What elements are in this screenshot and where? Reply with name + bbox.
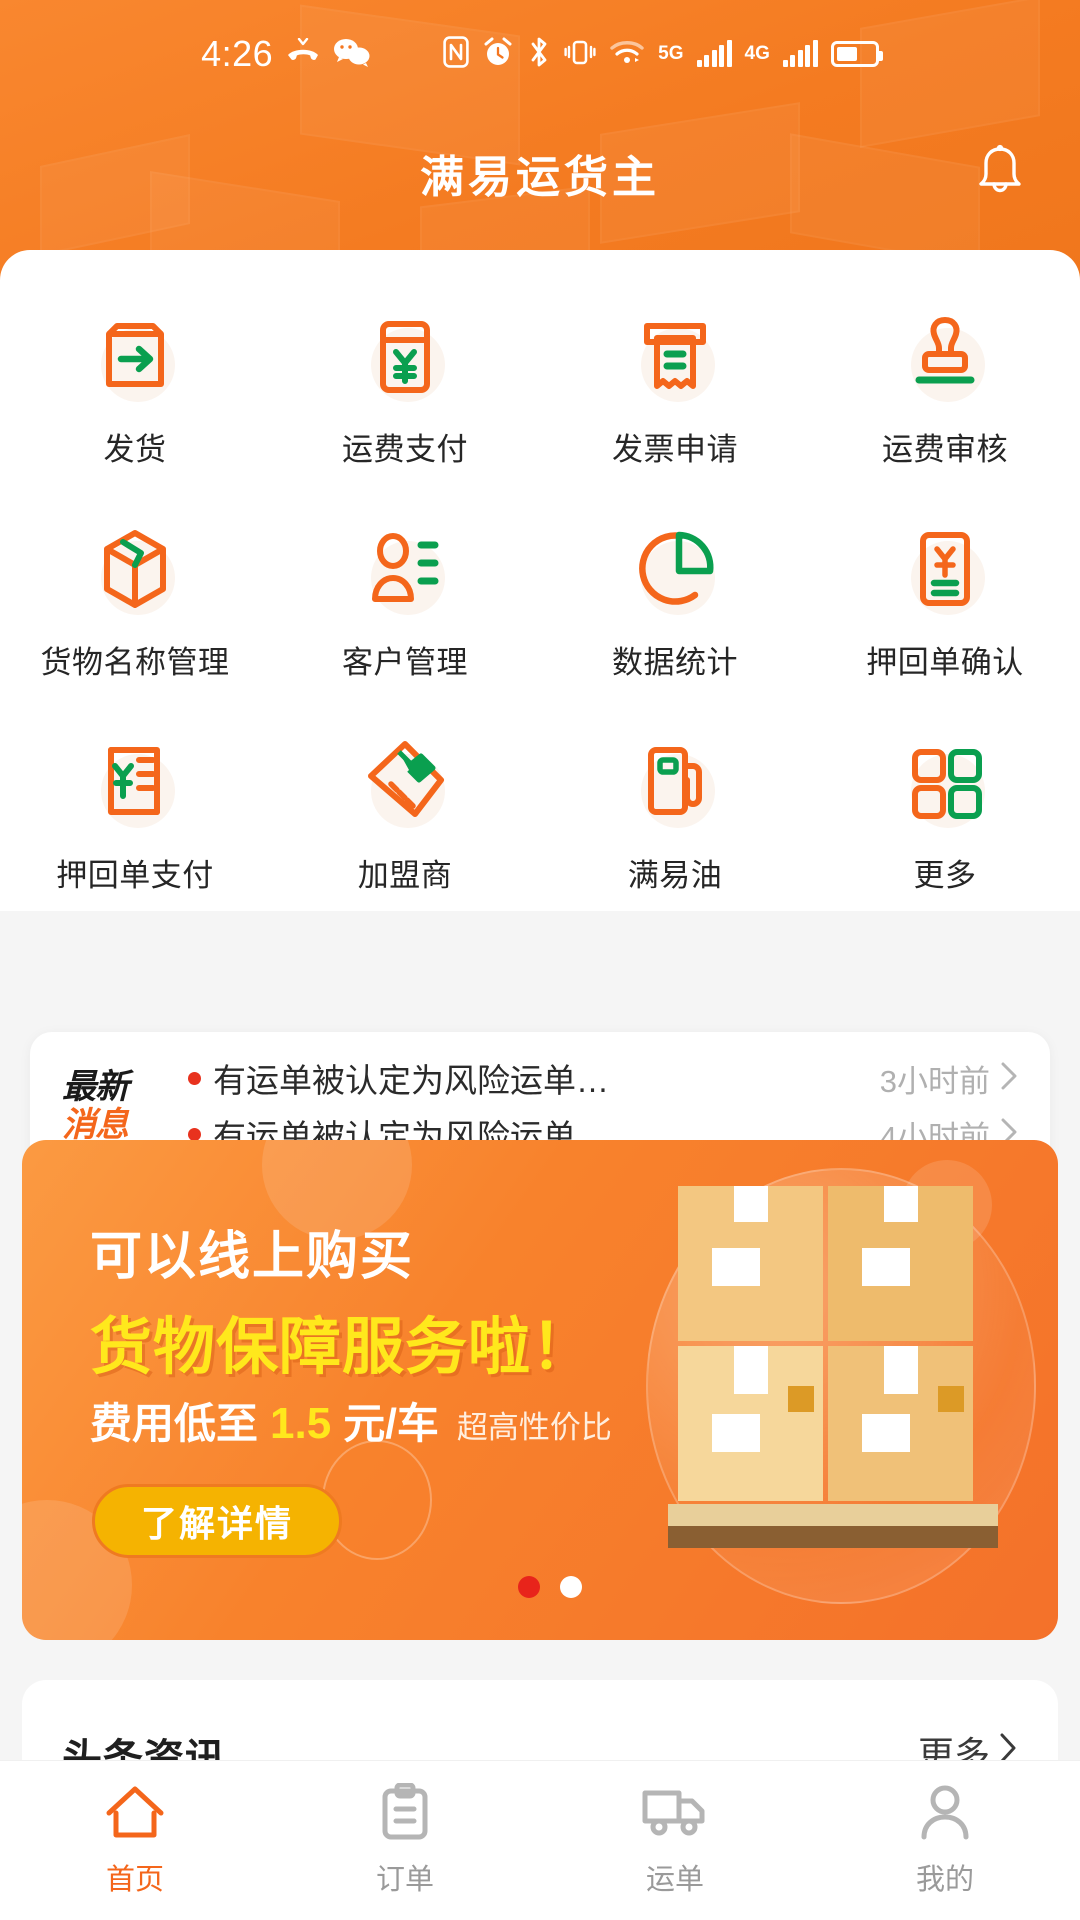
status-bar-left: 4:26 xyxy=(201,33,371,75)
network-5g-label: 5G xyxy=(658,43,684,64)
grid-item-franchise[interactable]: 加盟商 xyxy=(270,718,540,905)
bluetooth-icon xyxy=(527,36,551,73)
notification-bell-icon[interactable] xyxy=(962,135,1038,211)
grid-item-label: 运费审核 xyxy=(882,432,1008,467)
grid-item-label: 押回单支付 xyxy=(56,858,214,893)
unread-dot-icon xyxy=(188,1127,201,1141)
grid-item-fuel[interactable]: 满易油 xyxy=(540,718,810,905)
page-title: 满易运货主 xyxy=(420,153,660,202)
battery-icon xyxy=(830,41,883,67)
cargo-boxes-illustration xyxy=(668,1186,998,1548)
grid-item-more[interactable]: 更多 xyxy=(810,718,1080,905)
tab-label: 订单 xyxy=(375,1864,434,1896)
tab-waybill[interactable]: 运单 xyxy=(540,1761,810,1920)
grid-item-goods-name[interactable]: 货物名称管理 xyxy=(0,505,270,692)
grid-item-label: 数据统计 xyxy=(612,645,738,680)
app-root: 4:26 5G 4G 满易运货主 发货 运费支付 发票申请 运费审核 货物名称管… xyxy=(0,0,1080,1920)
latest-news-tag: 最新 消息 xyxy=(62,1068,188,1144)
grid-item-label: 押回单确认 xyxy=(866,645,1024,680)
news-item[interactable]: 有运单被认定为风险运单… 3小时前 xyxy=(188,1054,1018,1102)
banner-price-tail: 超高性价比 xyxy=(456,1410,612,1445)
bottom-tab-bar: 首页 订单 运单 我的 xyxy=(0,1760,1080,1920)
nfc-icon xyxy=(443,35,469,73)
statistics-icon xyxy=(623,517,727,621)
receipt-confirm-icon xyxy=(893,517,997,621)
status-time: 4:26 xyxy=(201,33,274,74)
signal-bars-4g-icon xyxy=(782,40,818,67)
grid-item-label: 客户管理 xyxy=(342,645,468,680)
grid-item-invoice-apply[interactable]: 发票申请 xyxy=(540,292,810,479)
banner-pagination-dots[interactable] xyxy=(518,1576,582,1598)
ship-goods-icon xyxy=(83,304,187,408)
grid-item-label: 发票申请 xyxy=(612,432,738,467)
tab-profile[interactable]: 我的 xyxy=(810,1761,1080,1920)
receipt-payment-icon xyxy=(83,730,187,834)
quick-actions-sheet: 发货 运费支付 发票申请 运费审核 货物名称管理 客户管理 数据统计 押回单确认… xyxy=(0,250,1080,911)
vibrate-icon xyxy=(564,36,596,73)
grid-item-label: 货物名称管理 xyxy=(40,645,230,680)
tab-label: 我的 xyxy=(915,1864,974,1896)
banner-price-value: 1.5 xyxy=(270,1399,332,1448)
freight-payment-icon xyxy=(353,304,457,408)
grid-item-label: 发货 xyxy=(103,432,167,467)
invoice-apply-icon xyxy=(623,304,727,408)
network-4g-label: 4G xyxy=(744,43,770,64)
grid-item-freight-audit[interactable]: 运费审核 xyxy=(810,292,1080,479)
news-item-time: 3小时前 xyxy=(879,1063,990,1099)
banner-price-line: 费用低至 1.5 元/车 超高性价比 xyxy=(90,1390,612,1451)
status-bar: 4:26 5G 4G xyxy=(0,0,1080,108)
missed-call-icon xyxy=(286,37,320,71)
app-bar: 满易运货主 xyxy=(0,108,1080,238)
news-tag-line1: 最新 xyxy=(62,1067,129,1106)
tab-home[interactable]: 首页 xyxy=(0,1761,270,1920)
grid-item-freight-payment[interactable]: 运费支付 xyxy=(270,292,540,479)
profile-icon xyxy=(917,1783,973,1846)
tab-label: 运单 xyxy=(645,1864,704,1896)
quick-actions-grid: 发货 运费支付 发票申请 运费审核 货物名称管理 客户管理 数据统计 押回单确认… xyxy=(0,292,1080,905)
banner-price-label: 费用低至 xyxy=(90,1400,259,1447)
chevron-right-icon xyxy=(1000,1061,1018,1096)
grid-item-receipt-payment[interactable]: 押回单支付 xyxy=(0,718,270,905)
grid-item-receipt-confirm[interactable]: 押回单确认 xyxy=(810,505,1080,692)
banner-cta-button[interactable]: 了解详情 xyxy=(92,1484,342,1558)
grid-item-label: 加盟商 xyxy=(357,858,453,893)
banner-dot-active[interactable] xyxy=(518,1576,540,1598)
fuel-icon xyxy=(623,730,727,834)
wifi-icon xyxy=(609,38,645,71)
freight-audit-icon xyxy=(893,304,997,408)
customer-icon xyxy=(353,517,457,621)
promo-banner[interactable]: 可以线上购买 货物保障服务啦！ 费用低至 1.5 元/车 超高性价比 了解详情 xyxy=(22,1140,1058,1640)
banner-price-unit: 元/车 xyxy=(343,1400,439,1447)
goods-name-icon xyxy=(83,517,187,621)
news-item-text: 有运单被认定为风险运单… xyxy=(213,1062,609,1099)
bubble-decor xyxy=(322,1440,432,1560)
status-bar-right: 5G 4G xyxy=(443,35,883,73)
tab-order[interactable]: 订单 xyxy=(270,1761,540,1920)
signal-bars-5g-icon xyxy=(696,40,732,67)
grid-item-statistics[interactable]: 数据统计 xyxy=(540,505,810,692)
order-icon xyxy=(377,1782,433,1846)
grid-item-label: 满易油 xyxy=(627,858,723,893)
banner-headline: 可以线上购买 xyxy=(90,1228,415,1286)
alarm-icon xyxy=(482,36,514,73)
franchise-icon xyxy=(353,730,457,834)
wechat-icon xyxy=(333,37,371,72)
more-icon xyxy=(893,730,997,834)
tab-label: 首页 xyxy=(105,1864,164,1896)
grid-item-label: 更多 xyxy=(913,858,977,893)
grid-item-customer[interactable]: 客户管理 xyxy=(270,505,540,692)
grid-item-ship-goods[interactable]: 发货 xyxy=(0,292,270,479)
banner-dot[interactable] xyxy=(560,1576,582,1598)
waybill-icon xyxy=(641,1783,709,1846)
news-tag-line2: 消息 xyxy=(62,1106,129,1144)
banner-subhead: 货物保障服务啦！ xyxy=(90,1313,595,1382)
home-icon xyxy=(103,1783,167,1846)
grid-item-label: 运费支付 xyxy=(342,432,468,467)
unread-dot-icon xyxy=(188,1071,201,1085)
